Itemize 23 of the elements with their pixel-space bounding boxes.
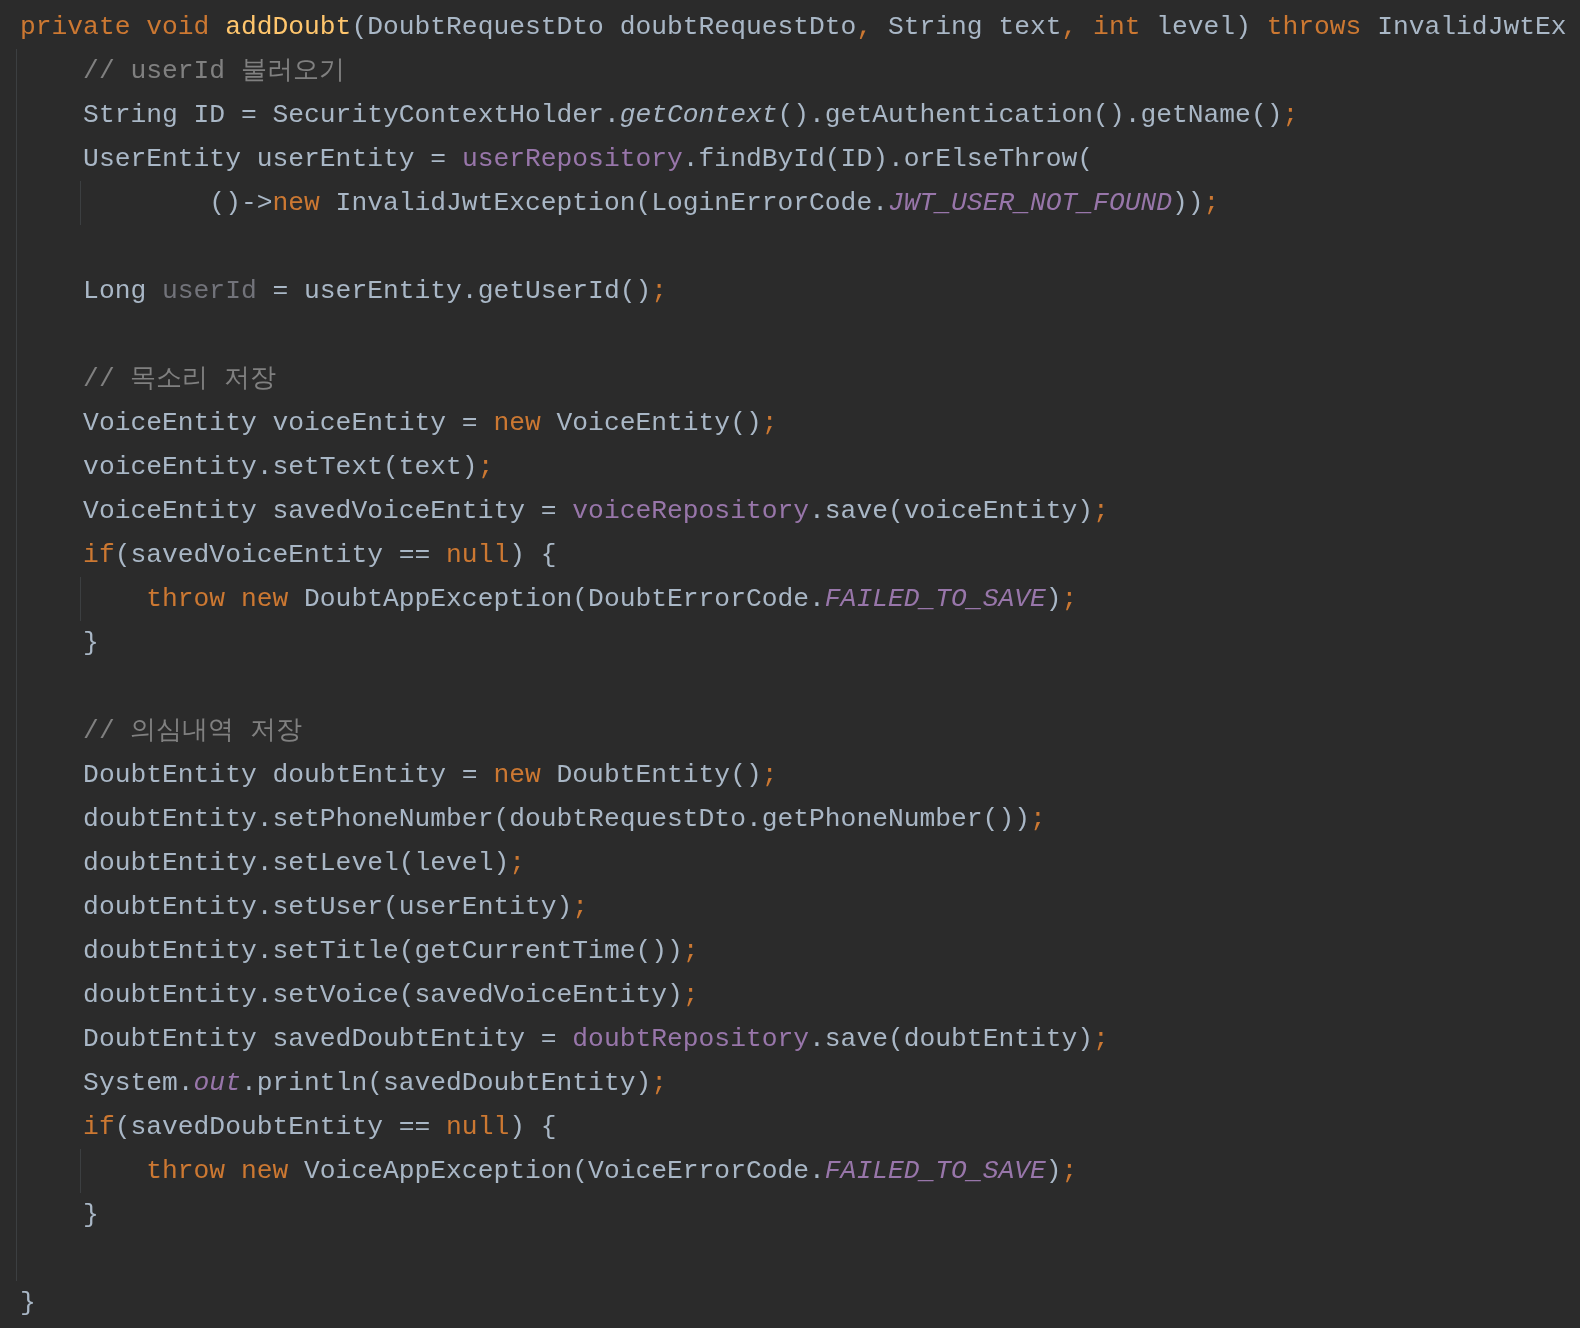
- code-line: if(savedDoubtEntity == null) {: [82, 1111, 557, 1144]
- code-line: System.out.println(savedDoubtEntity);: [82, 1067, 668, 1100]
- code-line: if(savedVoiceEntity == null) {: [82, 539, 557, 572]
- code-line: VoiceEntity savedVoiceEntity = voiceRepository.save(voiceEntity);: [82, 495, 1109, 528]
- code-line: // 의심내역 저장: [82, 715, 303, 748]
- code-line: private void addDoubt(DoubtRequestDto doubtRequestDto, String text, int level) throws InvalidJwtEx: [20, 11, 1567, 44]
- code-line: }: [82, 1199, 99, 1232]
- code-line: // userId 불러오기: [82, 55, 345, 88]
- code-line: VoiceEntity voiceEntity = new VoiceEntity();: [82, 407, 778, 440]
- code-line: // 목소리 저장: [82, 363, 277, 396]
- code-line: doubtEntity.setUser(userEntity);: [82, 891, 589, 924]
- code-line: doubtEntity.setTitle(getCurrentTime());: [82, 935, 699, 968]
- code-line: UserEntity userEntity = userRepository.findById(ID).orElseThrow(: [82, 143, 1094, 176]
- code-line: voiceEntity.setText(text);: [82, 451, 494, 484]
- code-line: doubtEntity.setVoice(savedVoiceEntity);: [82, 979, 699, 1012]
- code-line: DoubtEntity savedDoubtEntity = doubtRepository.save(doubtEntity);: [82, 1023, 1109, 1056]
- code-line: String ID = SecurityContextHolder.getContext().getAuthentication().getName();: [82, 99, 1299, 132]
- code-line: }: [20, 1287, 36, 1320]
- code-line: Long userId = userEntity.getUserId();: [82, 275, 668, 308]
- code-line: }: [82, 627, 99, 660]
- code-line: doubtEntity.setPhoneNumber(doubtRequestDto.getPhoneNumber());: [82, 803, 1046, 836]
- code-line: doubtEntity.setLevel(level);: [82, 847, 525, 880]
- code-line: DoubtEntity doubtEntity = new DoubtEntity();: [82, 759, 778, 792]
